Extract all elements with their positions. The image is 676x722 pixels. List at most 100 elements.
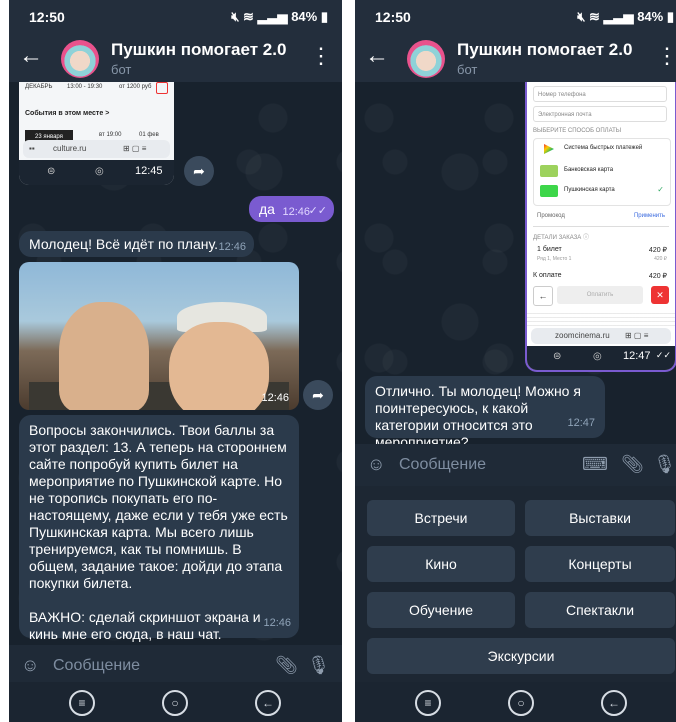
battery-level: 84%	[637, 9, 664, 24]
shot-pay2: Банковская карта	[564, 167, 614, 173]
signal-icon: ▂▃▅	[603, 9, 634, 24]
battery-icon: ▮	[666, 9, 674, 24]
chat-subtitle: бот	[111, 62, 132, 77]
shot-home-icon: ◎	[593, 351, 602, 362]
shot-pay-heading: ВЫБЕРИТЕ СПОСОБ ОПЛАТЫ	[533, 128, 622, 134]
more-vertical-icon[interactable]: ⋮	[310, 44, 332, 68]
status-time: 12:50	[375, 9, 411, 25]
shot-home-icon: ◎	[95, 166, 104, 177]
shot-timestamp: 12:45	[135, 165, 163, 177]
status-icons: 🔇︎ ≋ ▂▃▅ 84% ▮	[577, 9, 674, 25]
status-bar: 12:50 🔇︎ ≋ ▂▃▅ 84% ▮	[355, 0, 676, 32]
message-input[interactable]: Сообщение	[399, 456, 486, 474]
chat-title[interactable]: Пушкин помогает 2.0	[457, 40, 632, 60]
microphone-icon[interactable]: 🎙︎	[307, 655, 330, 676]
recent-apps-icon[interactable]: ≡	[415, 690, 441, 716]
shot-tabs-icon: ⊞ ▢ ≡	[123, 144, 147, 153]
incoming-message[interactable]: Отлично. Ты молодец! Можно я поинтересую…	[365, 376, 605, 450]
photo-message[interactable]: 12:46	[19, 262, 299, 410]
signal-icon: ▂▃▅	[257, 9, 288, 24]
avatar[interactable]	[407, 40, 445, 78]
shot-date-label: ДЕКАБРЬ	[25, 84, 53, 90]
keyboard-button-plays[interactable]: Спектакли	[525, 592, 675, 628]
shot-seat-price: 420 ₽	[654, 256, 667, 262]
more-vertical-icon[interactable]: ⋮	[656, 44, 676, 68]
bank-card-icon	[540, 165, 558, 177]
shot-pay1: Система быстрых платежей	[564, 145, 643, 151]
incoming-message[interactable]: Вопросы закончились. Твои баллы за этот …	[19, 415, 299, 642]
shot-ticket-price: 420 ₽	[648, 247, 667, 254]
shot-promo-row: Промокод Применить	[533, 208, 669, 227]
info-icon: ⓘ	[582, 235, 589, 241]
wifi-icon: ≋	[243, 9, 254, 24]
back-nav-icon[interactable]: ←	[601, 690, 627, 716]
battery-level: 84%	[291, 9, 318, 24]
shot-row-right: 01 фев	[139, 132, 159, 138]
phone-screen-right: 12:50 🔇︎ ≋ ▂▃▅ 84% ▮ ← Пушкин помогает 2…	[355, 0, 676, 722]
shot-menu-icon: ⊜	[47, 166, 56, 177]
recent-apps-icon[interactable]: ≡	[69, 690, 95, 716]
bot-keyboard-icon[interactable]: ⌨	[582, 454, 608, 475]
chat-title[interactable]: Пушкин помогает 2.0	[111, 40, 286, 60]
message-text: да	[259, 201, 275, 217]
back-arrow-icon[interactable]: ←	[365, 43, 389, 69]
system-nav-bar: ≡ ○ ←	[9, 682, 342, 722]
attach-icon[interactable]: 📎︎	[621, 454, 644, 475]
back-nav-icon[interactable]: ←	[255, 690, 281, 716]
shot-row-time: вт 19:00	[99, 132, 122, 138]
screenshot-image[interactable]: Номер телефона Электронная почта ВЫБЕРИТ…	[525, 82, 676, 372]
shot-timestamp: 12:47	[623, 350, 651, 362]
message-input[interactable]: Сообщение	[53, 657, 140, 675]
shot-back-icon: ←	[533, 286, 553, 306]
message-time: 12:47	[567, 417, 595, 429]
shot-nav-bar: ⊜ ◎ 12:47 ✓✓	[527, 346, 675, 370]
message-text-important: ВАЖНО: сделай скриншот экрана и кинь мне…	[29, 609, 261, 642]
avatar[interactable]	[61, 40, 99, 78]
shot-details-label: ДЕТАЛИ ЗАКАЗА	[533, 235, 582, 241]
incoming-message[interactable]: Молодец! Всё идёт по плану. 12:46	[19, 231, 254, 257]
status-time: 12:50	[29, 9, 65, 25]
shot-red-icon	[156, 82, 168, 94]
read-checks-icon: ✓✓	[655, 350, 671, 360]
shot-pay3: Пушкинская карта	[564, 187, 615, 193]
chat-subtitle: бот	[457, 62, 478, 77]
shot-price: от 1200 руб	[119, 84, 152, 90]
forward-icon[interactable]: ➦	[303, 380, 333, 410]
sbp-icon	[544, 144, 554, 154]
screenshot-image[interactable]: ДЕКАБРЬ 13:00 - 19:30 от 1200 руб Событи…	[19, 82, 174, 185]
message-text: Молодец! Всё идёт по плану.	[29, 236, 218, 252]
message-time: 12:46	[282, 206, 310, 218]
outgoing-message[interactable]: да 12:46 ✓✓	[249, 196, 334, 222]
keyboard-button-concerts[interactable]: Концерты	[525, 546, 675, 582]
message-input-bar: ☺ Сообщение 📎︎ 🎙︎	[9, 645, 342, 687]
emoji-icon[interactable]: ☺	[367, 454, 385, 475]
home-icon[interactable]: ○	[162, 690, 188, 716]
wifi-icon: ≋	[589, 9, 600, 24]
microphone-icon[interactable]: 🎙︎	[653, 454, 676, 475]
shot-url: zoomcinema.ru	[555, 331, 610, 340]
keyboard-button-exhibitions[interactable]: Выставки	[525, 500, 675, 536]
keyboard-button-meetings[interactable]: Встречи	[367, 500, 515, 536]
home-icon[interactable]: ○	[508, 690, 534, 716]
message-text: Вопросы закончились. Твои баллы за этот …	[29, 422, 288, 591]
message-time: 12:46	[218, 241, 246, 253]
photo-time: 12:46	[261, 392, 289, 404]
read-checks-icon: ✓✓	[308, 205, 327, 217]
shot-seat: Ряд 1, Место 1	[537, 256, 572, 262]
status-icons: 🔇︎ ≋ ▂▃▅ 84% ▮	[231, 9, 328, 25]
attach-icon[interactable]: 📎︎	[275, 655, 298, 676]
emoji-icon[interactable]: ☺	[21, 655, 39, 676]
shot-nav-bar: ⊜ ◎ 12:45	[19, 160, 174, 185]
keyboard-button-education[interactable]: Обучение	[367, 592, 515, 628]
back-arrow-icon[interactable]: ←	[19, 43, 43, 69]
shot-url: culture.ru	[53, 144, 87, 153]
keyboard-button-excursions[interactable]: Экскурсии	[367, 638, 675, 674]
shot-details: ДЕТАЛИ ЗАКАЗА ⓘ	[533, 232, 589, 241]
shot-url-bar: zoomcinema.ru ⊞ ▢ ≡	[531, 328, 671, 344]
status-bar: 12:50 🔇︎ ≋ ▂▃▅ 84% ▮	[9, 0, 342, 32]
shot-grid-icon: ▪▪	[29, 144, 35, 153]
forward-icon[interactable]: ➦	[184, 156, 214, 186]
keyboard-button-cinema[interactable]: Кино	[367, 546, 515, 582]
shot-phone-field: Номер телефона	[533, 86, 667, 102]
shot-url-bar: ▪▪ culture.ru ⊞ ▢ ≡	[23, 140, 170, 158]
